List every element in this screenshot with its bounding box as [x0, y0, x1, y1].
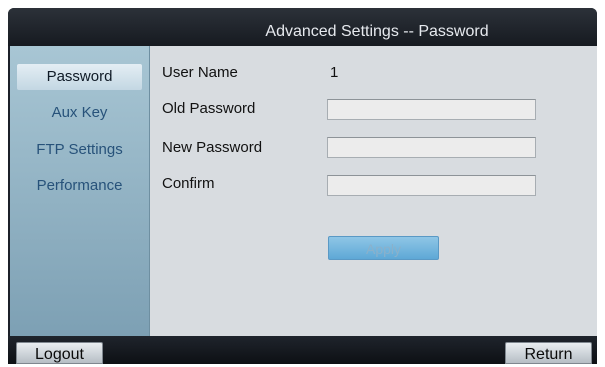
- sidebar: Password Aux Key FTP Settings Performanc…: [10, 46, 150, 336]
- confirm-password-field[interactable]: [327, 175, 536, 196]
- new-password-label: New Password: [162, 139, 263, 156]
- window-title: Advanced Settings -- Password: [265, 23, 489, 40]
- old-password-label: Old Password: [162, 100, 256, 117]
- confirm-label: Confirm: [162, 175, 215, 192]
- sidebar-item-password[interactable]: Password: [17, 64, 142, 90]
- sidebar-item-aux-key[interactable]: Aux Key: [10, 100, 149, 126]
- user-name-label: User Name: [162, 64, 238, 81]
- logout-button[interactable]: Logout: [16, 342, 103, 364]
- apply-button[interactable]: Apply: [328, 236, 439, 260]
- sidebar-item-ftp-settings[interactable]: FTP Settings: [10, 137, 149, 163]
- user-name-value: 1: [330, 64, 339, 81]
- return-button[interactable]: Return: [505, 342, 592, 364]
- new-password-field[interactable]: [327, 137, 536, 158]
- old-password-field[interactable]: [327, 99, 536, 120]
- title-bar: Advanced Settings -- Password: [8, 8, 597, 46]
- sidebar-item-performance[interactable]: Performance: [10, 173, 149, 199]
- settings-panel: User Name 1 Old Password New Password Co…: [150, 46, 597, 336]
